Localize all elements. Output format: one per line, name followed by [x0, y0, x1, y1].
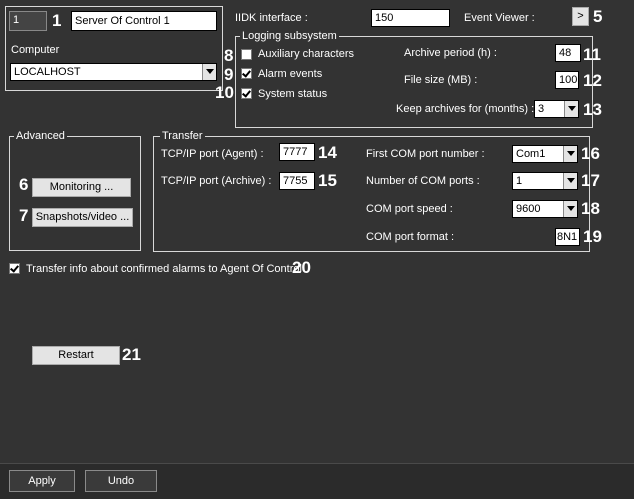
- restart-button[interactable]: Restart: [32, 346, 120, 365]
- server-id-field[interactable]: 1: [9, 11, 47, 31]
- callout-19: 19: [583, 227, 602, 246]
- num-com-combo[interactable]: 1: [512, 172, 578, 190]
- chevron-down-icon[interactable]: [202, 64, 216, 80]
- callout-16: 16: [581, 144, 600, 163]
- callout-11: 11: [583, 45, 601, 64]
- callout-12: 12: [583, 71, 602, 90]
- system-label: System status: [258, 88, 328, 100]
- monitoring-button[interactable]: Monitoring ...: [32, 178, 131, 197]
- first-com-combo[interactable]: Com1: [512, 145, 578, 163]
- event-viewer-label: Event Viewer :: [464, 12, 535, 24]
- undo-button[interactable]: Undo: [85, 470, 157, 492]
- callout-1: 1: [52, 11, 62, 30]
- keep-archives-combo[interactable]: 3: [534, 100, 579, 118]
- confirm-alarms-checkbox[interactable]: [9, 263, 20, 274]
- advanced-title: Advanced: [14, 130, 67, 142]
- callout-6: 6: [19, 175, 29, 194]
- snapshots-video-button[interactable]: Snapshots/video ...: [32, 208, 133, 227]
- num-com-value: 1: [516, 175, 523, 187]
- callout-20: 20: [292, 258, 311, 277]
- computer-label: Computer: [11, 44, 60, 56]
- chevron-down-icon[interactable]: [564, 101, 578, 117]
- transfer-title: Transfer: [160, 130, 205, 142]
- callout-21: 21: [122, 345, 141, 364]
- file-size-label: File size (MB) :: [404, 74, 478, 86]
- keep-archives-label: Keep archives for (months) :: [396, 103, 535, 115]
- logging-title: Logging subsystem: [240, 30, 339, 42]
- callout-15: 15: [318, 171, 337, 190]
- com-speed-value: 9600: [516, 203, 541, 215]
- callout-10: 10: [215, 83, 234, 102]
- callout-8: 8: [224, 46, 234, 65]
- callout-4: 4: [432, 8, 442, 27]
- archive-period-label: Archive period (h) :: [404, 47, 497, 59]
- archive-port-field[interactable]: 7755: [279, 172, 315, 190]
- com-speed-combo[interactable]: 9600: [512, 200, 578, 218]
- com-format-field[interactable]: 8N1: [555, 228, 580, 246]
- server-name-field[interactable]: Server Of Control 1: [71, 11, 217, 31]
- chevron-down-icon[interactable]: [563, 146, 577, 162]
- chevron-down-icon[interactable]: [563, 201, 577, 217]
- agent-port-label: TCP/IP port (Agent) :: [161, 148, 264, 160]
- chevron-down-icon[interactable]: [563, 173, 577, 189]
- callout-14: 14: [318, 143, 337, 162]
- callout-17: 17: [581, 171, 600, 190]
- agent-port-field[interactable]: 7777: [279, 143, 315, 161]
- aux-checkbox[interactable]: [241, 49, 252, 60]
- callout-9: 9: [224, 65, 234, 84]
- com-format-label: COM port format :: [366, 231, 455, 243]
- system-checkbox[interactable]: [241, 88, 252, 99]
- com-speed-label: COM port speed :: [366, 203, 453, 215]
- aux-label: Auxiliary characters: [258, 48, 354, 60]
- first-com-label: First COM port number :: [366, 148, 485, 160]
- callout-3: 3: [186, 64, 196, 83]
- callout-5: 5: [593, 7, 603, 26]
- archive-period-field[interactable]: 48: [555, 44, 581, 62]
- alarm-label: Alarm events: [258, 68, 323, 80]
- callout-2: 2: [203, 14, 213, 33]
- iidk-label: IIDK interface :: [235, 12, 308, 24]
- keep-archives-value: 3: [538, 103, 545, 115]
- computer-value: LOCALHOST: [14, 66, 81, 78]
- archive-port-label: TCP/IP port (Archive) :: [161, 175, 272, 187]
- first-com-value: Com1: [516, 148, 546, 160]
- callout-7: 7: [19, 206, 29, 225]
- num-com-label: Number of COM ports :: [366, 175, 480, 187]
- file-size-field[interactable]: 100: [555, 71, 579, 89]
- alarm-checkbox[interactable]: [241, 68, 252, 79]
- apply-button[interactable]: Apply: [9, 470, 75, 492]
- event-viewer-button[interactable]: >: [572, 7, 589, 26]
- confirm-alarms-label: Transfer info about confirmed alarms to …: [26, 263, 302, 275]
- callout-18: 18: [581, 199, 600, 218]
- callout-13: 13: [583, 100, 602, 119]
